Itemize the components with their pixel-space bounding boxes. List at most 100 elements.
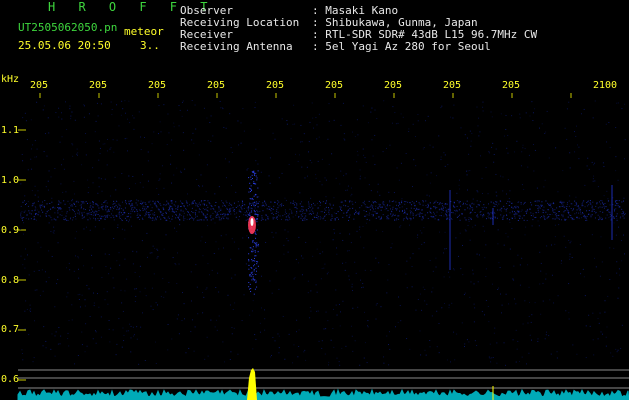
noise-speck: [350, 325, 352, 327]
noise-speck: [601, 261, 603, 263]
meteor-streak: [255, 172, 257, 174]
noise-speck: [508, 198, 510, 200]
noise-speck: [298, 236, 300, 238]
noise-speck: [593, 164, 595, 166]
carrier-band: [451, 217, 453, 219]
noise-speck: [272, 132, 274, 134]
meteor-streak: [253, 268, 255, 270]
noise-speck: [466, 174, 468, 176]
carrier-band: [272, 212, 274, 214]
noise-speck: [121, 173, 123, 175]
noise-speck: [320, 217, 322, 219]
carrier-band: [222, 205, 224, 207]
carrier-band: [276, 203, 278, 205]
carrier-band: [578, 217, 580, 219]
carrier-band: [373, 208, 375, 210]
noise-speck: [333, 228, 335, 230]
noise-speck: [111, 108, 113, 110]
carrier-band: [162, 214, 164, 216]
noise-speck: [389, 144, 391, 146]
noise-speck: [392, 106, 394, 108]
carrier-band: [98, 219, 100, 221]
noise-speck: [420, 354, 422, 356]
carrier-band: [539, 217, 541, 219]
noise-speck: [312, 255, 314, 257]
noise-speck: [185, 200, 187, 202]
carrier-band: [377, 208, 379, 210]
noise-speck: [218, 315, 220, 317]
carrier-band: [375, 217, 377, 219]
carrier-band: [439, 201, 441, 203]
carrier-band: [466, 204, 468, 206]
carrier-band: [389, 205, 391, 207]
carrier-band: [476, 200, 478, 202]
noise-speck: [412, 253, 414, 255]
carrier-band: [81, 217, 83, 219]
noise-speck: [101, 276, 103, 278]
carrier-band: [472, 208, 474, 210]
noise-speck: [549, 299, 551, 301]
noise-speck: [588, 168, 590, 170]
noise-speck: [108, 328, 110, 330]
noise-speck: [264, 318, 266, 320]
carrier-band: [619, 217, 621, 219]
noise-speck: [22, 160, 24, 162]
noise-speck: [459, 188, 461, 190]
carrier-band: [490, 201, 492, 203]
carrier-band: [243, 204, 245, 206]
carrier-band: [218, 219, 220, 221]
meteor-streak: [252, 276, 254, 278]
noise-speck: [505, 114, 507, 116]
noise-speck: [238, 144, 240, 146]
carrier-band: [59, 208, 61, 210]
noise-speck: [298, 329, 300, 331]
carrier-band: [397, 215, 399, 217]
carrier-band: [304, 217, 306, 219]
noise-speck: [513, 265, 515, 267]
noise-speck: [623, 234, 625, 236]
noise-speck: [293, 278, 295, 280]
noise-speck: [445, 248, 447, 250]
meteor-streak: [253, 173, 255, 175]
noise-speck: [505, 232, 507, 234]
noise-speck: [79, 293, 81, 295]
carrier-band: [456, 216, 458, 218]
noise-speck: [147, 180, 149, 182]
noise-speck: [251, 310, 253, 312]
noise-speck: [206, 164, 208, 166]
carrier-band: [445, 203, 447, 205]
noise-speck: [241, 319, 243, 321]
carrier-band: [479, 201, 481, 203]
carrier-band: [164, 217, 166, 219]
noise-speck: [182, 100, 184, 102]
meteor-streak: [248, 237, 250, 239]
noise-speck: [496, 195, 498, 197]
noise-speck: [283, 253, 285, 255]
carrier-band: [87, 213, 89, 215]
noise-speck: [81, 294, 83, 296]
carrier-band: [239, 211, 241, 213]
carrier-band: [160, 218, 162, 220]
carrier-band: [105, 216, 107, 218]
carrier-band: [132, 210, 134, 212]
carrier-band: [175, 208, 177, 210]
noise-speck: [327, 364, 329, 366]
noise-speck: [98, 159, 100, 161]
carrier-band: [456, 205, 458, 207]
noise-speck: [321, 340, 323, 342]
carrier-band: [287, 215, 289, 217]
carrier-band: [595, 212, 597, 214]
carrier-band: [380, 209, 382, 211]
carrier-band: [334, 219, 336, 221]
carrier-band: [584, 217, 586, 219]
carrier-band: [553, 203, 555, 205]
noise-speck: [48, 222, 50, 224]
noise-speck: [495, 191, 497, 193]
noise-speck: [615, 234, 617, 236]
y-tick-label: 0.6: [1, 374, 20, 385]
noise-speck: [507, 152, 509, 154]
noise-speck: [299, 192, 301, 194]
noise-speck: [240, 122, 242, 124]
noise-speck: [201, 236, 203, 238]
noise-speck: [424, 300, 426, 302]
